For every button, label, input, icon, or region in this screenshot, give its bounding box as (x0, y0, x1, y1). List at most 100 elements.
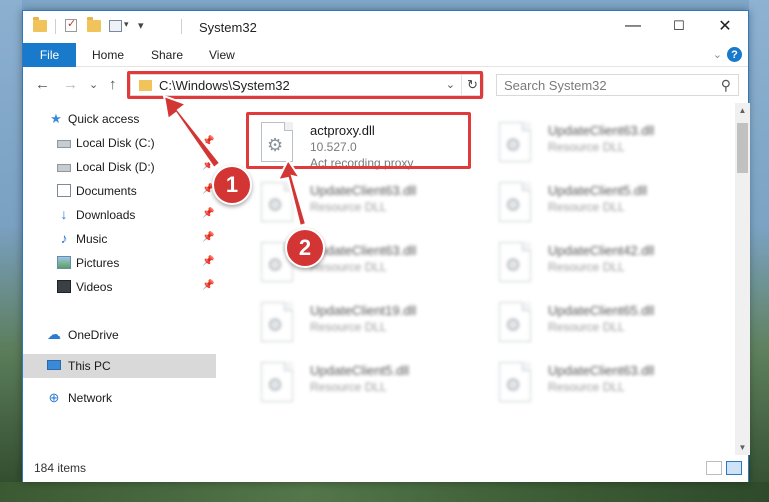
maximize-button[interactable]: ☐ (656, 11, 702, 41)
file-type: Resource DLL (310, 260, 387, 274)
file-name: UpdateClient19.dll (310, 303, 417, 318)
expand-ribbon-icon[interactable]: ⌄ (713, 48, 722, 61)
search-box[interactable]: Search System32 ⚲ (496, 74, 739, 96)
sidebar-item-downloads[interactable]: ↓ Downloads 📌 (23, 203, 216, 227)
pin-icon[interactable]: 📌 (202, 256, 214, 267)
file-item[interactable]: ⚙ UpdateClient63.dll Resource DLL (484, 353, 704, 409)
music-icon: ♪ (60, 230, 68, 246)
item-count: 184 items (34, 461, 87, 475)
sidebar-item-label: Network (68, 391, 113, 405)
sidebar-item-label: Downloads (76, 208, 136, 222)
gear-icon: ⚙ (267, 315, 284, 335)
gear-icon: ⚙ (267, 195, 284, 215)
star-icon: ★ (50, 111, 62, 126)
forward-button[interactable]: → (63, 76, 78, 93)
drive-icon (57, 140, 71, 148)
file-list: ⚙ actproxy.dll 10.527.0 Act recording pr… (226, 103, 736, 455)
sidebar-item-local-disk-d[interactable]: Local Disk (D:) 📌 (23, 155, 216, 179)
cloud-icon: ☁ (47, 326, 61, 342)
file-item[interactable]: ⚙ UpdateClient63.dll Resource DLL (246, 173, 466, 229)
tab-share[interactable]: Share (151, 48, 183, 62)
file-name: UpdateClient63.dll (310, 183, 417, 198)
file-item[interactable]: ⚙ UpdateClient63.dll Resource DLL (484, 113, 704, 169)
file-item[interactable]: ⚙ UpdateClient5.dll Resource DLL (484, 173, 704, 229)
file-highlight (246, 112, 471, 169)
properties-check-icon[interactable] (65, 17, 77, 32)
documents-icon (57, 184, 71, 197)
dll-file-icon: ⚙ (261, 302, 293, 342)
minimize-button[interactable]: — (610, 11, 656, 41)
tab-view[interactable]: View (209, 48, 235, 62)
large-icons-view-icon[interactable] (726, 461, 742, 475)
gear-icon: ⚙ (505, 195, 522, 215)
folder-icon (33, 17, 47, 32)
help-icon[interactable]: ? (727, 47, 742, 62)
scroll-down-icon[interactable]: ▼ (735, 440, 750, 455)
details-view-icon[interactable] (706, 461, 722, 475)
vertical-scrollbar[interactable]: ▲ ▼ (735, 103, 750, 455)
file-name: UpdateClient63.dll (548, 363, 655, 378)
sidebar-item-network[interactable]: ⊕ Network (23, 386, 216, 410)
computer-icon (47, 360, 61, 370)
search-icon[interactable]: ⚲ (721, 77, 731, 94)
dll-file-icon: ⚙ (499, 242, 531, 282)
title-divider (181, 19, 182, 34)
dll-file-icon: ⚙ (499, 362, 531, 402)
chevron-down-icon[interactable]: ▾ (124, 19, 129, 30)
desktop-background-right (749, 0, 769, 502)
file-name: UpdateClient65.dll (548, 303, 655, 318)
videos-icon (57, 280, 71, 293)
new-folder-icon[interactable] (87, 17, 101, 32)
pin-icon[interactable]: 📌 (202, 208, 214, 219)
customize-toolbar-icon[interactable]: ▾ (138, 19, 144, 32)
pin-icon[interactable]: 📌 (202, 136, 214, 147)
file-item[interactable]: ⚙ UpdateClient63.dll Resource DLL (246, 233, 466, 289)
gear-icon: ⚙ (505, 255, 522, 275)
search-input[interactable]: Search System32 (504, 78, 607, 93)
sidebar-item-music[interactable]: ♪ Music 📌 (23, 227, 216, 251)
pin-icon[interactable]: 📌 (202, 232, 214, 243)
sidebar-item-videos[interactable]: Videos 📌 (23, 275, 216, 299)
file-type: Resource DLL (310, 200, 387, 214)
file-item[interactable]: ⚙ UpdateClient19.dll Resource DLL (246, 293, 466, 349)
drive-icon (57, 164, 71, 172)
sidebar-item-quick-access[interactable]: ★ Quick access (23, 107, 216, 131)
file-item[interactable]: ⚙ UpdateClient5.dll Resource DLL (246, 353, 466, 409)
file-name: UpdateClient42.dll (548, 243, 655, 258)
file-type: Resource DLL (548, 140, 625, 154)
pin-icon[interactable]: 📌 (202, 280, 214, 291)
file-type: Resource DLL (548, 380, 625, 394)
desktop-background-bottom (0, 482, 769, 502)
file-item[interactable]: ⚙ UpdateClient65.dll Resource DLL (484, 293, 704, 349)
quick-access-menu-icon[interactable] (109, 20, 122, 32)
file-type: Resource DLL (310, 380, 387, 394)
navigation-bar: ← → ⌄ ↑ C:\Windows\System32 ⌄ ↻ Search S… (23, 68, 748, 102)
tab-file[interactable]: File (23, 43, 76, 67)
recent-locations-button[interactable]: ⌄ (89, 78, 98, 91)
sidebar-item-documents[interactable]: Documents 📌 (23, 179, 216, 203)
window-title: System32 (199, 20, 257, 35)
dll-file-icon: ⚙ (499, 182, 531, 222)
file-item[interactable]: ⚙ UpdateClient42.dll Resource DLL (484, 233, 704, 289)
sidebar-item-pictures[interactable]: Pictures 📌 (23, 251, 216, 275)
address-bar-highlight (127, 71, 483, 99)
sidebar-item-onedrive[interactable]: ☁ OneDrive (23, 323, 216, 347)
sidebar-item-local-disk-c[interactable]: Local Disk (C:) 📌 (23, 131, 216, 155)
gear-icon: ⚙ (505, 135, 522, 155)
scroll-thumb[interactable] (737, 123, 748, 173)
file-type: Resource DLL (548, 200, 625, 214)
scroll-up-icon[interactable]: ▲ (735, 103, 750, 118)
pictures-icon (57, 256, 71, 269)
file-type: Resource DLL (310, 320, 387, 334)
sidebar-item-label: Music (76, 232, 108, 246)
sidebar-item-this-pc[interactable]: This PC (23, 354, 216, 378)
back-button[interactable]: ← (35, 76, 50, 93)
file-explorer-window: ▾ ▾ System32 — ☐ ✕ File Home Share View … (22, 10, 750, 482)
close-button[interactable]: ✕ (702, 11, 748, 41)
tab-home[interactable]: Home (92, 48, 124, 62)
pin-icon[interactable]: 📌 (202, 160, 214, 171)
desktop-background-left (0, 0, 22, 502)
sidebar-item-label: Quick access (68, 112, 140, 126)
callout-badge-2: 2 (285, 228, 325, 268)
up-button[interactable]: ↑ (109, 76, 117, 93)
